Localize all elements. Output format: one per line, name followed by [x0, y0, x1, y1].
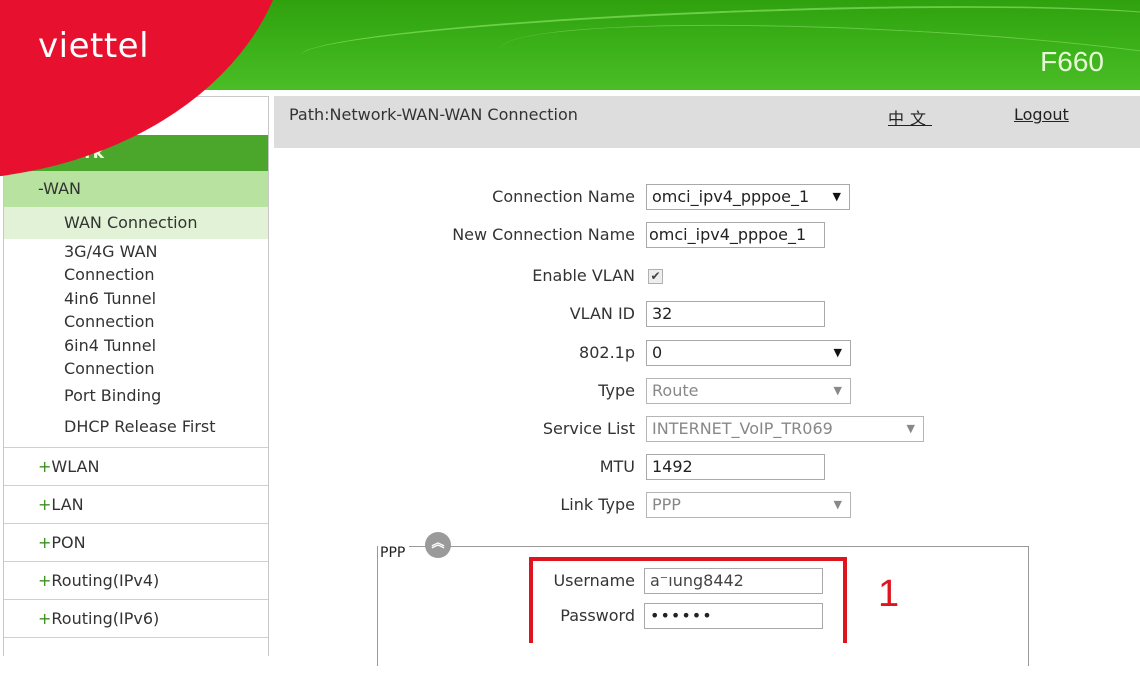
dot1p-select[interactable]: 0 ▼ — [646, 340, 851, 366]
connection-name-label: Connection Name — [492, 187, 635, 206]
expand-plus-icon: + — [38, 495, 52, 514]
device-model: F660 — [1040, 46, 1104, 77]
connection-name-value: omci_ipv4_pppoe_1 — [652, 187, 810, 206]
sidebar-item-wan-connection[interactable]: WAN Connection — [4, 207, 268, 239]
logout-link[interactable]: Logout — [1014, 105, 1069, 124]
expand-plus-icon: + — [38, 533, 52, 552]
vlan-id-input[interactable]: 32 — [646, 301, 825, 327]
sidebar-item-label: PON — [51, 533, 86, 552]
expand-plus-icon: + — [38, 571, 52, 590]
service-list-label: Service List — [542, 419, 635, 438]
sidebar-item-label: LAN — [51, 495, 84, 514]
sidebar-item-routing-ipv4[interactable]: +Routing(IPv4) — [4, 561, 268, 599]
sidebar-item-lan[interactable]: +LAN — [4, 485, 268, 523]
sidebar-item-4in6-tunnel-connection[interactable]: 4in6 Tunnel Connection — [4, 286, 174, 333]
new-connection-name-input[interactable]: omci_ipv4_pppoe_1 — [646, 222, 825, 248]
dropdown-arrow-icon: ▼ — [830, 185, 841, 209]
collapse-chevron-up-icon[interactable]: ︽ — [425, 532, 451, 558]
enable-vlan-checkbox[interactable]: ✔ — [648, 269, 663, 284]
annotation-highlight-box — [529, 557, 847, 643]
path-bar: Path:Network-WAN-WAN Connection 中文 Logou… — [274, 96, 1140, 148]
sidebar-item-label: Routing(IPv4) — [51, 571, 160, 590]
language-link[interactable]: 中文 — [888, 105, 932, 129]
annotation-step-number: 1 — [878, 573, 900, 615]
sidebar-item-3g4g-wan-connection[interactable]: 3G/4G WAN Connection — [4, 239, 174, 286]
sidebar-nav: Status -Network -WAN WAN Connection 3G/4… — [3, 96, 269, 656]
new-connection-name-label: New Connection Name — [452, 225, 635, 244]
dot1p-label: 802.1p — [579, 343, 635, 362]
link-type-select[interactable]: PPP ▼ — [646, 492, 851, 518]
sidebar-item-wlan[interactable]: +WLAN — [4, 447, 268, 485]
breadcrumb: Path:Network-WAN-WAN Connection — [289, 105, 578, 124]
expand-plus-icon: + — [38, 457, 52, 476]
sidebar-item-wan[interactable]: -WAN — [4, 171, 268, 207]
sidebar-item-routing-ipv6[interactable]: +Routing(IPv6) — [4, 599, 268, 637]
vlan-id-label: VLAN ID — [569, 304, 635, 323]
mtu-input[interactable]: 1492 — [646, 454, 825, 480]
type-select[interactable]: Route ▼ — [646, 378, 851, 404]
sidebar-item-pon[interactable]: +PON — [4, 523, 268, 561]
sidebar-item-6in4-tunnel-connection[interactable]: 6in4 Tunnel Connection — [4, 333, 174, 380]
link-type-value: PPP — [652, 495, 681, 514]
dropdown-arrow-icon: ▼ — [833, 384, 842, 397]
type-value: Route — [652, 381, 699, 400]
dropdown-arrow-icon: ▼ — [833, 346, 842, 359]
dot1p-value: 0 — [652, 343, 663, 362]
dropdown-arrow-icon: ▼ — [906, 422, 915, 435]
enable-vlan-label: Enable VLAN — [532, 266, 635, 285]
sidebar-item-label: Routing(IPv6) — [51, 609, 160, 628]
sidebar-item-dhcp-release-first[interactable]: DHCP Release First — [4, 411, 268, 442]
service-list-select[interactable]: INTERNET_VoIP_TR069 ▼ — [646, 416, 924, 442]
sidebar-item-port-binding[interactable]: Port Binding — [4, 380, 268, 411]
connection-name-select[interactable]: omci_ipv4_pppoe_1 ▼ — [646, 184, 850, 210]
expand-plus-icon: + — [38, 609, 52, 628]
service-list-value: INTERNET_VoIP_TR069 — [652, 419, 833, 438]
ppp-legend: PPP — [378, 540, 410, 566]
viettel-logo: viettel — [38, 26, 150, 66]
type-label: Type — [598, 381, 635, 400]
link-type-label: Link Type — [560, 495, 635, 514]
sidebar-item-label: WLAN — [51, 457, 100, 476]
mtu-label: MTU — [599, 457, 635, 476]
dropdown-arrow-icon: ▼ — [833, 498, 842, 511]
